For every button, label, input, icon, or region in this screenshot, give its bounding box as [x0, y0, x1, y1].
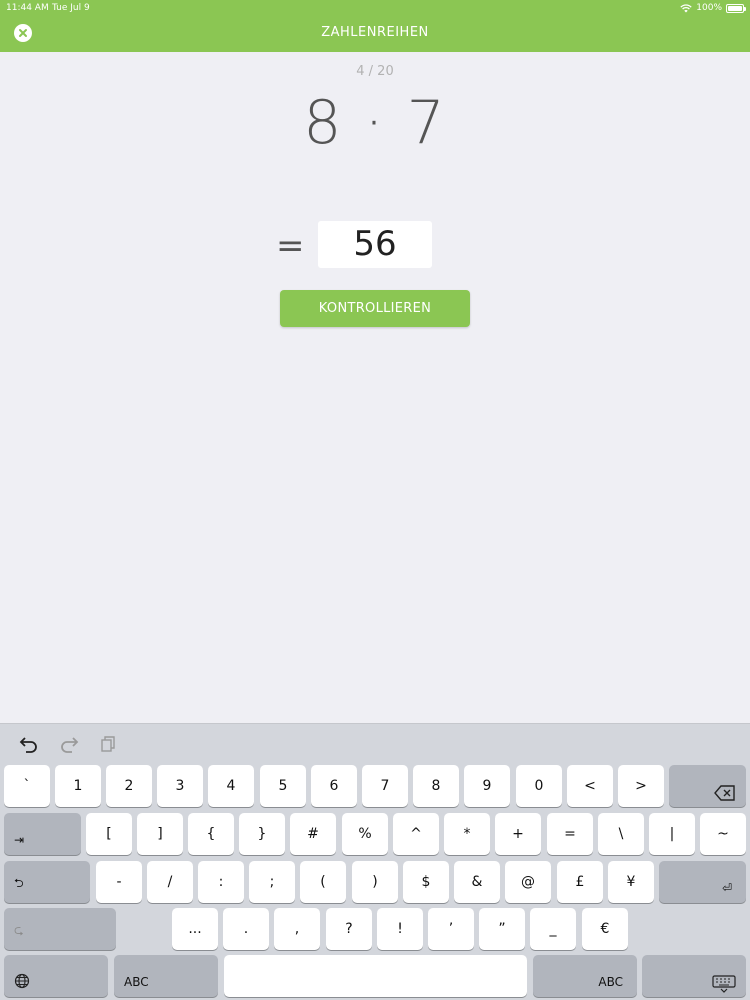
key-right-paren[interactable]: )	[352, 861, 398, 903]
key-left-paren[interactable]: (	[300, 861, 346, 903]
keyboard-dismiss-icon	[712, 975, 736, 993]
key-8[interactable]: 8	[413, 765, 459, 807]
app-header: 11:44 AM Tue Jul 9 100% ZAHLENREIHEN	[0, 0, 750, 52]
page-title: ZAHLENREIHEN	[321, 25, 429, 40]
key-comma[interactable]: ,	[274, 908, 320, 950]
key-dollar[interactable]: $	[403, 861, 449, 903]
battery-percent: 100%	[696, 3, 722, 13]
key-caret[interactable]: ^	[393, 813, 439, 855]
battery-icon	[726, 3, 746, 13]
key-left-bracket[interactable]: [	[86, 813, 132, 855]
key-period[interactable]: .	[223, 908, 269, 950]
status-bar: 11:44 AM Tue Jul 9 100%	[0, 2, 750, 16]
key-0[interactable]: 0	[516, 765, 562, 807]
abc-right-key[interactable]: ABC	[533, 955, 637, 997]
key-tilde[interactable]: ~	[700, 813, 746, 855]
key-5[interactable]: 5	[260, 765, 306, 807]
key-euro[interactable]: €	[582, 908, 628, 950]
space-key[interactable]	[224, 955, 527, 997]
key-colon[interactable]: :	[198, 861, 244, 903]
answer-input[interactable]: 56	[318, 221, 432, 268]
return-icon: ⏎	[721, 881, 732, 895]
key-underscore[interactable]: _	[530, 908, 576, 950]
key-greater-than[interactable]: >	[618, 765, 664, 807]
key-hash[interactable]: #	[290, 813, 336, 855]
key-less-than[interactable]: <	[567, 765, 613, 807]
tab-key[interactable]: ⇥	[4, 813, 81, 855]
key-backtick[interactable]: `	[4, 765, 50, 807]
check-button[interactable]: KONTROLLIEREN	[280, 290, 470, 327]
key-slash[interactable]: /	[147, 861, 193, 903]
key-pound[interactable]: £	[557, 861, 603, 903]
progress-counter: 4 / 20	[356, 64, 394, 79]
redo-key[interactable]: ⮎	[4, 908, 116, 950]
key-apostrophe[interactable]: ’	[428, 908, 474, 950]
key-right-bracket[interactable]: ]	[137, 813, 183, 855]
backspace-key[interactable]	[669, 765, 746, 807]
key-backslash[interactable]: \	[598, 813, 644, 855]
key-6[interactable]: 6	[311, 765, 357, 807]
key-equals[interactable]: =	[547, 813, 593, 855]
key-1[interactable]: 1	[55, 765, 101, 807]
key-semicolon[interactable]: ;	[249, 861, 295, 903]
key-right-brace[interactable]: }	[239, 813, 285, 855]
key-ampersand[interactable]: &	[454, 861, 500, 903]
redo-icon[interactable]	[58, 735, 80, 753]
undo-key[interactable]: ⮌	[4, 861, 90, 903]
abc-right-label: ABC	[598, 975, 623, 989]
status-date: Tue Jul 9	[52, 3, 90, 13]
dismiss-keyboard-key[interactable]	[642, 955, 746, 997]
key-9[interactable]: 9	[464, 765, 510, 807]
key-minus[interactable]: -	[96, 861, 142, 903]
globe-icon	[14, 973, 30, 989]
key-left-brace[interactable]: {	[188, 813, 234, 855]
key-percent[interactable]: %	[342, 813, 388, 855]
key-pipe[interactable]: |	[649, 813, 695, 855]
abc-left-label: ABC	[124, 975, 149, 989]
status-right: 100%	[680, 3, 746, 13]
status-time: 11:44 AM	[6, 3, 49, 13]
key-4[interactable]: 4	[208, 765, 254, 807]
globe-key[interactable]	[4, 955, 108, 997]
math-problem: 8 · 7	[303, 88, 447, 158]
key-2[interactable]: 2	[106, 765, 152, 807]
key-quote[interactable]: ”	[479, 908, 525, 950]
key-plus[interactable]: +	[495, 813, 541, 855]
key-at[interactable]: @	[505, 861, 551, 903]
key-7[interactable]: 7	[362, 765, 408, 807]
on-screen-keyboard: ` 1 2 3 4 5 6 7 8 9 0 < > ⇥ [ ] { } # % …	[0, 723, 750, 1000]
undo-key-icon: ⮌	[14, 876, 24, 890]
return-key[interactable]: ⏎	[659, 861, 746, 903]
undo-icon[interactable]	[18, 735, 40, 753]
wifi-icon	[680, 3, 692, 12]
key-exclamation[interactable]: !	[377, 908, 423, 950]
paste-icon[interactable]	[98, 735, 120, 753]
redo-key-icon: ⮎	[14, 923, 24, 937]
backspace-icon	[714, 785, 735, 801]
key-yen[interactable]: ¥	[608, 861, 654, 903]
key-asterisk[interactable]: *	[444, 813, 490, 855]
key-ellipsis[interactable]: ...	[172, 908, 218, 950]
abc-left-key[interactable]: ABC	[114, 955, 218, 997]
equals-sign: =	[276, 226, 305, 266]
key-3[interactable]: 3	[157, 765, 203, 807]
key-question[interactable]: ?	[326, 908, 372, 950]
tab-icon: ⇥	[14, 833, 25, 847]
